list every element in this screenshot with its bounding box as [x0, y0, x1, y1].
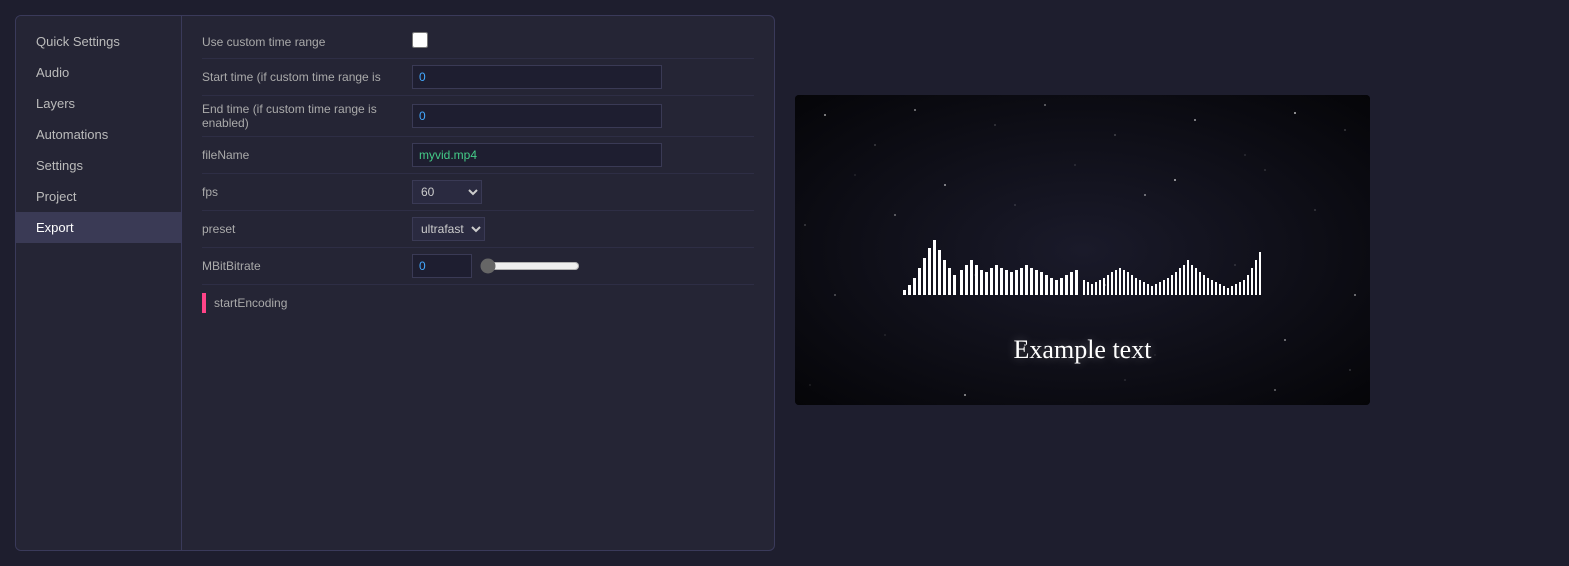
end-time-input[interactable] [412, 104, 662, 128]
waveform-svg [903, 230, 1263, 310]
custom-time-range-control [412, 32, 754, 51]
bitrate-slider[interactable] [480, 258, 580, 274]
start-time-label: Start time (if custom time range is [202, 70, 412, 84]
start-time-control [412, 65, 754, 89]
start-time-row: Start time (if custom time range is [202, 65, 754, 96]
start-encoding-row: startEncoding [202, 293, 754, 313]
end-time-control [412, 104, 754, 128]
custom-time-range-label: Use custom time range [202, 35, 412, 49]
sidebar-item-quick-settings[interactable]: Quick Settings [16, 26, 181, 57]
sidebar-item-export[interactable]: Export [16, 212, 181, 243]
preview-canvas: Example text [795, 95, 1370, 405]
sidebar-item-audio[interactable]: Audio [16, 57, 181, 88]
preset-row: preset ultrafast fast medium slow [202, 217, 754, 248]
sidebar: Quick Settings Audio Layers Automations … [16, 16, 181, 550]
start-time-input[interactable] [412, 65, 662, 89]
fps-label: fps [202, 185, 412, 199]
sidebar-item-project[interactable]: Project [16, 181, 181, 212]
fps-select[interactable]: 30 60 120 [412, 180, 482, 204]
bitrate-row: MBitBitrate [202, 254, 754, 285]
sidebar-item-automations[interactable]: Automations [16, 119, 181, 150]
sidebar-item-layers[interactable]: Layers [16, 88, 181, 119]
sidebar-item-settings[interactable]: Settings [16, 150, 181, 181]
preview-panel: Example text [795, 95, 1370, 405]
custom-time-range-row: Use custom time range [202, 31, 754, 59]
start-encoding-label: startEncoding [214, 296, 287, 310]
bitrate-number-input[interactable] [412, 254, 472, 278]
filename-control [412, 143, 754, 167]
preview-example-text: Example text [1014, 335, 1152, 365]
end-time-row: End time (if custom time range is enable… [202, 102, 754, 137]
fps-row: fps 30 60 120 [202, 180, 754, 211]
preset-label: preset [202, 222, 412, 236]
filename-label: fileName [202, 148, 412, 162]
bitrate-label: MBitBitrate [202, 259, 412, 273]
preset-control: ultrafast fast medium slow [412, 217, 754, 241]
export-content: Use custom time range Start time (if cus… [182, 16, 774, 550]
filename-row: fileName [202, 143, 754, 174]
custom-time-range-checkbox[interactable] [412, 32, 428, 48]
main-panel: Quick Settings Audio Layers Automations … [15, 15, 775, 551]
filename-input[interactable] [412, 143, 662, 167]
end-time-label: End time (if custom time range is enable… [202, 102, 412, 130]
start-encoding-indicator [202, 293, 206, 313]
fps-control: 30 60 120 [412, 180, 754, 204]
bitrate-control [412, 254, 754, 278]
preset-select[interactable]: ultrafast fast medium slow [412, 217, 485, 241]
